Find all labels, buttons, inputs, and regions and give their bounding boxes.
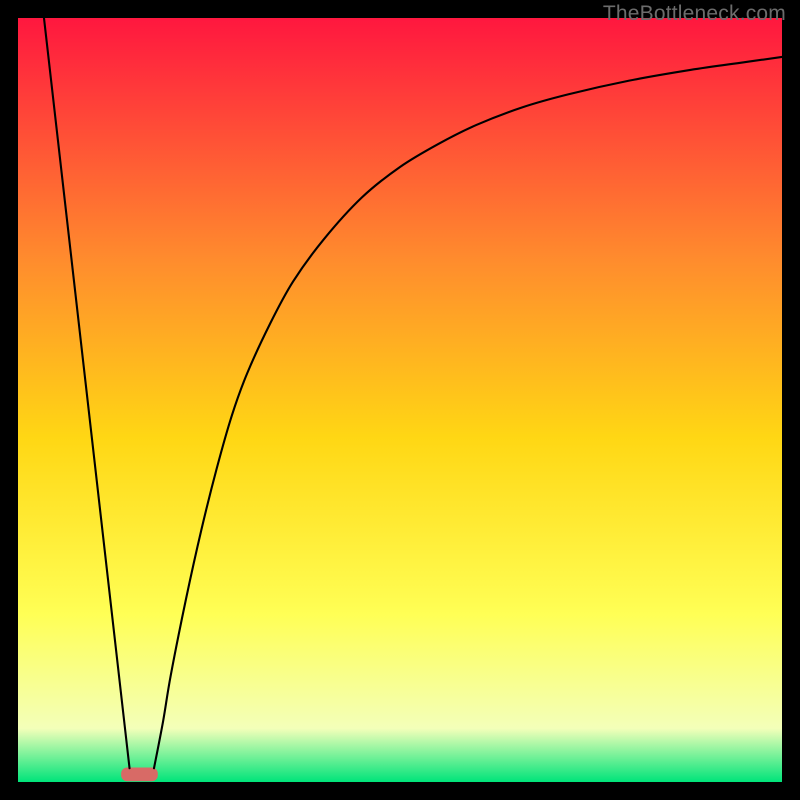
chart-background-gradient (18, 18, 782, 782)
chart-svg (18, 18, 782, 782)
chart-plot-area (18, 18, 782, 782)
optimum-marker (121, 767, 158, 781)
chart-frame: TheBottleneck.com (0, 0, 800, 800)
watermark-text: TheBottleneck.com (603, 2, 786, 26)
